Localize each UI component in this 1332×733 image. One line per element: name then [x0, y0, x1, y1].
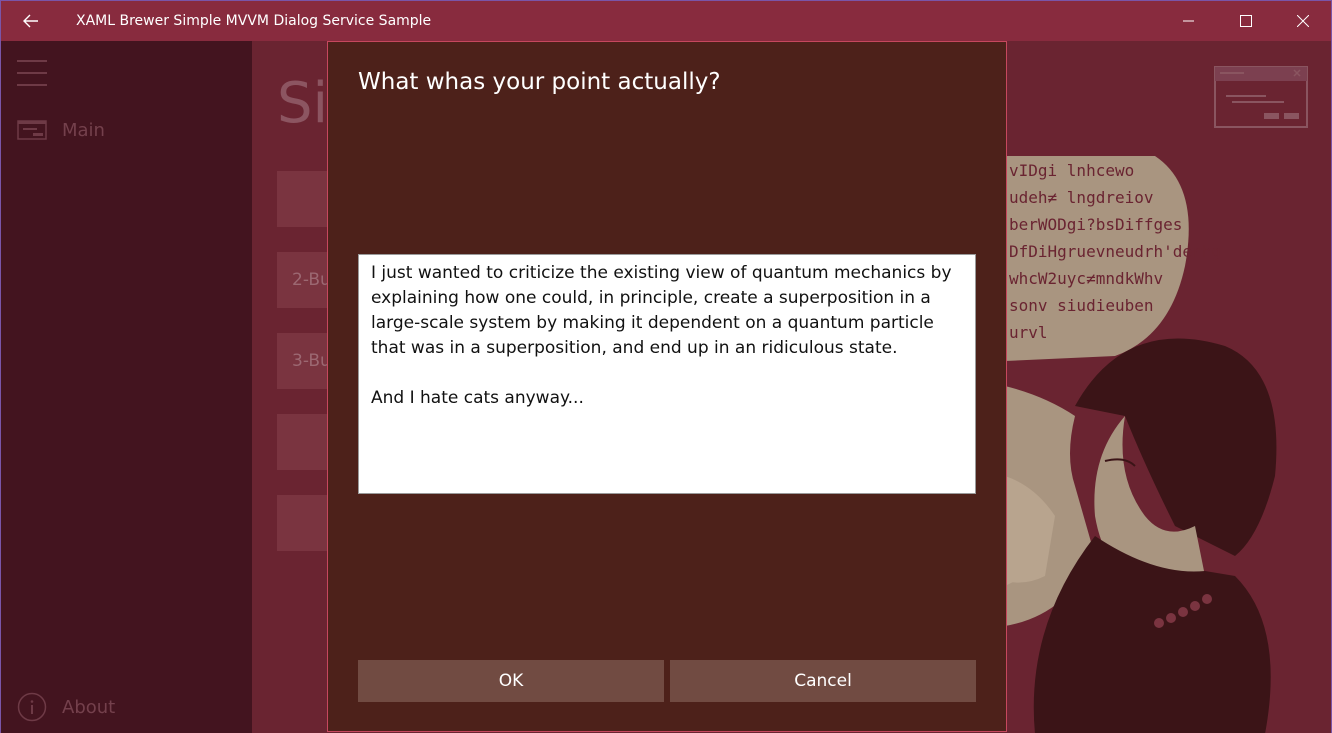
nav-item-main[interactable]: Main	[1, 110, 252, 150]
ok-button[interactable]: OK	[358, 660, 664, 702]
nav-item-about[interactable]: About	[1, 687, 252, 727]
maximize-button[interactable]	[1223, 1, 1269, 41]
hamburger-menu-button[interactable]	[17, 58, 47, 86]
cancel-button[interactable]: Cancel	[670, 660, 976, 702]
window-title: XAML Brewer Simple MVVM Dialog Service S…	[76, 13, 432, 29]
nav-item-label: Main	[62, 119, 105, 141]
title-bar: XAML Brewer Simple MVVM Dialog Service S…	[1, 1, 1331, 41]
close-icon	[1297, 15, 1309, 27]
back-button[interactable]	[13, 1, 49, 41]
minimize-button[interactable]	[1166, 1, 1212, 41]
info-icon	[17, 692, 47, 722]
content-dialog: What whas your point actually? I just wa…	[327, 41, 1007, 732]
dialog-illustration-icon	[1214, 66, 1308, 128]
lady-illustration: vIDgi lnhcewo udeh≠ lngdreiov berWODgi?b…	[1005, 156, 1277, 733]
navigation-pane: Main About	[1, 41, 252, 733]
maximize-icon	[1240, 15, 1252, 27]
nav-item-label: About	[62, 696, 116, 718]
speech-bubble-text: vIDgi lnhcewo udeh≠ lngdreiov berWODgi?b…	[1009, 161, 1231, 342]
page-title: Si	[277, 71, 327, 136]
minimize-icon	[1183, 20, 1194, 22]
dialog-window-icon	[17, 120, 47, 140]
back-arrow-icon	[23, 14, 38, 28]
close-button[interactable]	[1280, 1, 1326, 41]
dialog-text-field[interactable]: I just wanted to criticize the existing …	[358, 254, 976, 494]
dialog-title: What whas your point actually?	[358, 69, 721, 95]
